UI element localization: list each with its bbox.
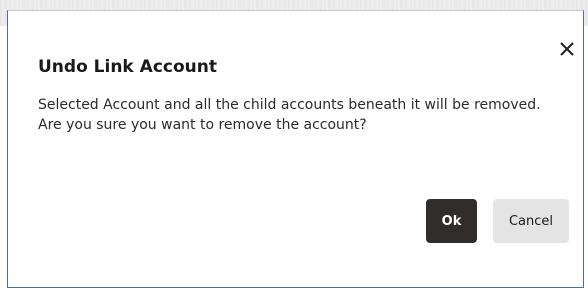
ok-button[interactable]: Ok <box>426 199 477 243</box>
undo-link-account-dialog: Undo Link Account Selected Account and a… <box>7 10 584 288</box>
message-line-2: Are you sure you want to remove the acco… <box>38 117 367 133</box>
cancel-button[interactable]: Cancel <box>493 199 569 243</box>
close-icon <box>557 39 577 59</box>
message-line-1: Selected Account and all the child accou… <box>38 97 541 113</box>
dialog-message: Selected Account and all the child accou… <box>38 95 568 135</box>
close-button[interactable] <box>557 39 577 59</box>
dialog-title: Undo Link Account <box>38 57 217 77</box>
